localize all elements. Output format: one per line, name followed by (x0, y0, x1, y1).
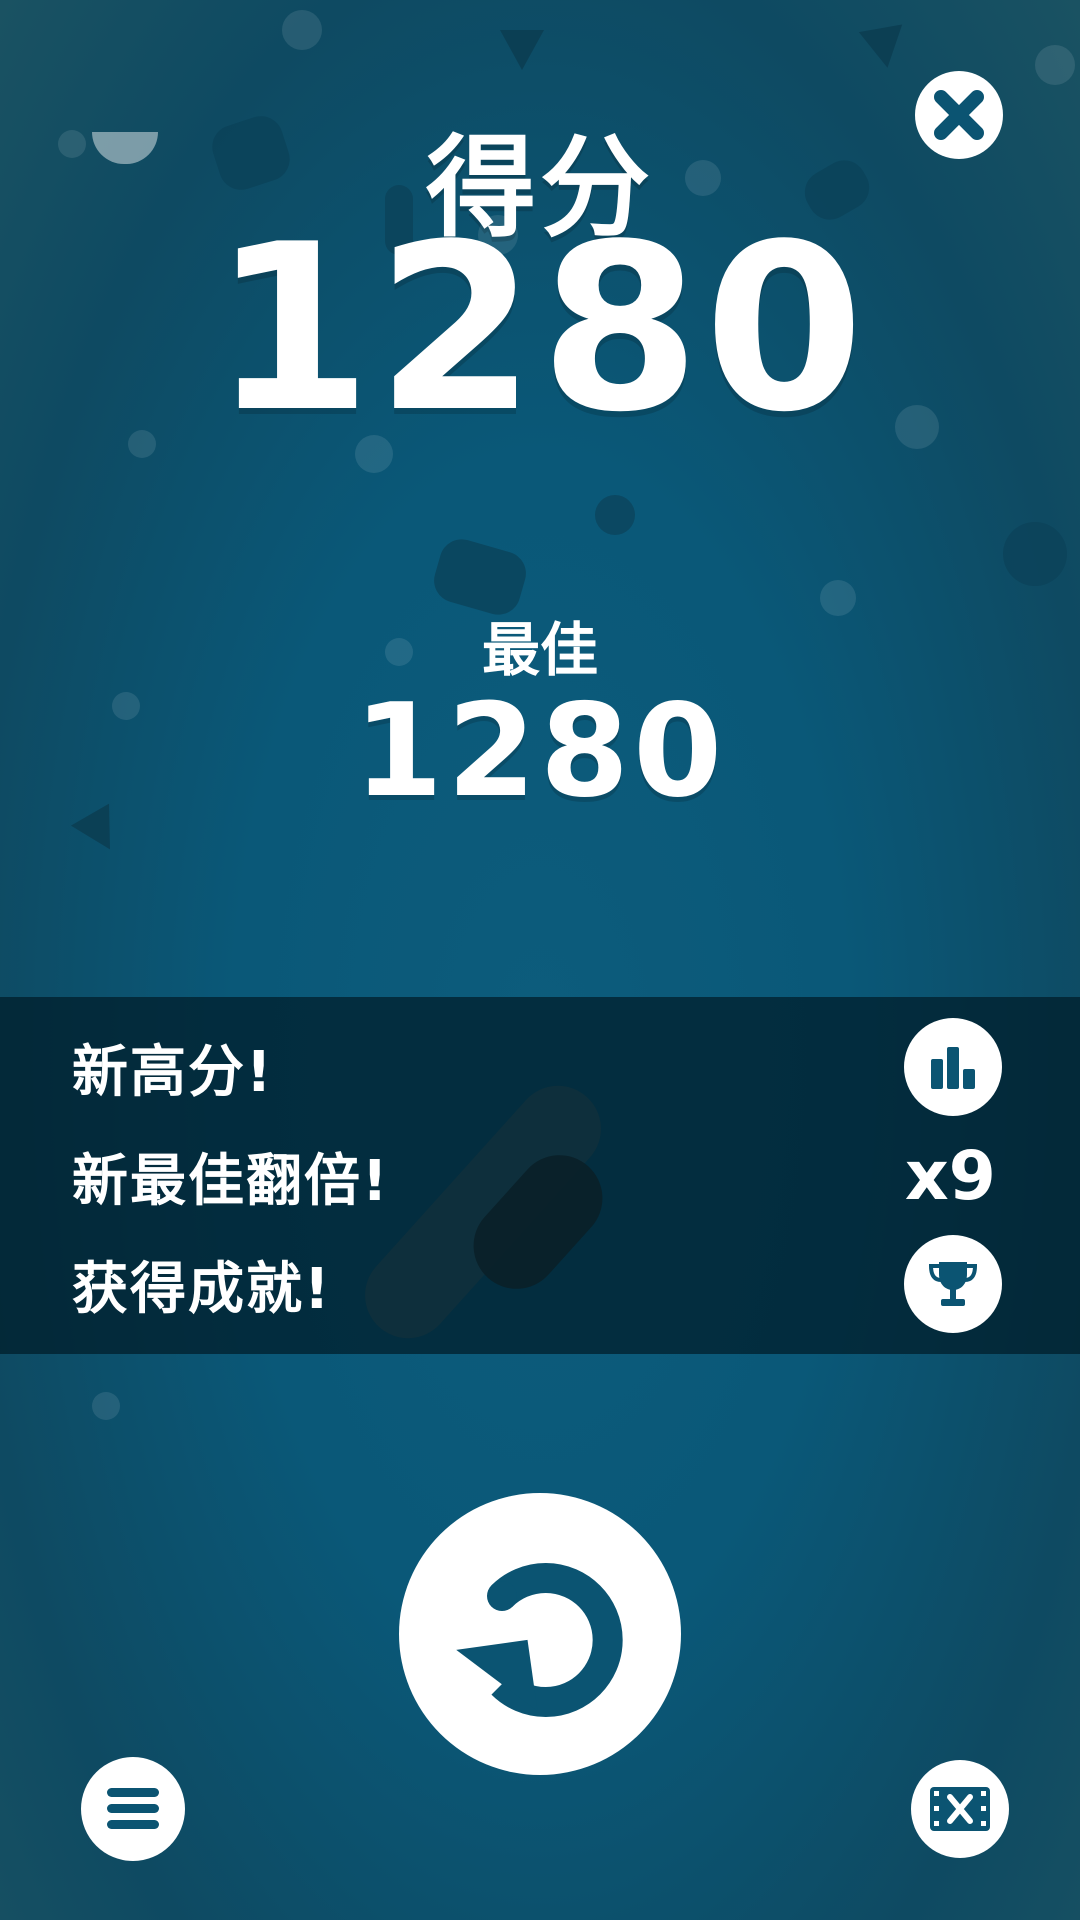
leaderboard-icon (931, 1047, 975, 1089)
multiplier-value: x9 (904, 1136, 996, 1216)
menu-button[interactable] (81, 1757, 185, 1861)
no-ads-icon (930, 1787, 990, 1831)
menu-icon (107, 1788, 159, 1829)
results-panel: 新高分! 新最佳翻倍! x9 获得成就! (0, 997, 1080, 1354)
trophy-icon (928, 1262, 978, 1306)
replay-icon (456, 1563, 623, 1717)
best-score-value: 1280 (353, 677, 727, 826)
result-text: 获得成就! (72, 1256, 332, 1322)
best-score-label: 最佳 (481, 616, 598, 684)
result-text: 新高分! (72, 1039, 274, 1105)
leaderboard-button[interactable] (904, 1018, 1002, 1116)
no-ads-button[interactable] (911, 1760, 1009, 1858)
result-text: 新最佳翻倍! (72, 1148, 390, 1214)
result-new-best-flips: 新最佳翻倍! x9 (72, 1131, 1002, 1221)
achievements-button[interactable] (904, 1235, 1002, 1333)
result-achievement-unlocked: 获得成就! (72, 1235, 1002, 1333)
result-new-high-score: 新高分! (72, 1018, 1002, 1116)
score-value: 1280 (211, 196, 869, 463)
replay-button[interactable] (399, 1493, 681, 1775)
